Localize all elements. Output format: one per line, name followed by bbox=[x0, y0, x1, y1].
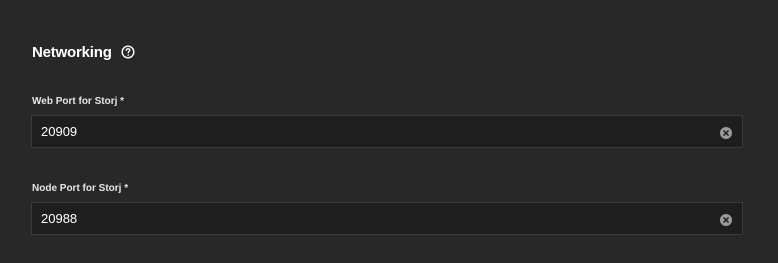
node-port-field: Node Port for Storj * bbox=[31, 183, 743, 235]
web-port-input-box[interactable] bbox=[31, 115, 743, 148]
web-port-field: Web Port for Storj * bbox=[31, 96, 743, 148]
web-port-label: Web Port for Storj * bbox=[32, 96, 125, 107]
section-title: Networking bbox=[32, 43, 112, 61]
clear-icon[interactable] bbox=[720, 126, 732, 139]
node-port-input[interactable] bbox=[32, 203, 701, 234]
node-port-label: Node Port for Storj * bbox=[32, 183, 129, 194]
section-header: Networking bbox=[32, 42, 135, 62]
web-port-input[interactable] bbox=[32, 116, 701, 147]
node-port-input-box[interactable] bbox=[31, 202, 743, 235]
clear-icon[interactable] bbox=[720, 213, 732, 226]
help-circle-icon[interactable] bbox=[121, 45, 135, 59]
